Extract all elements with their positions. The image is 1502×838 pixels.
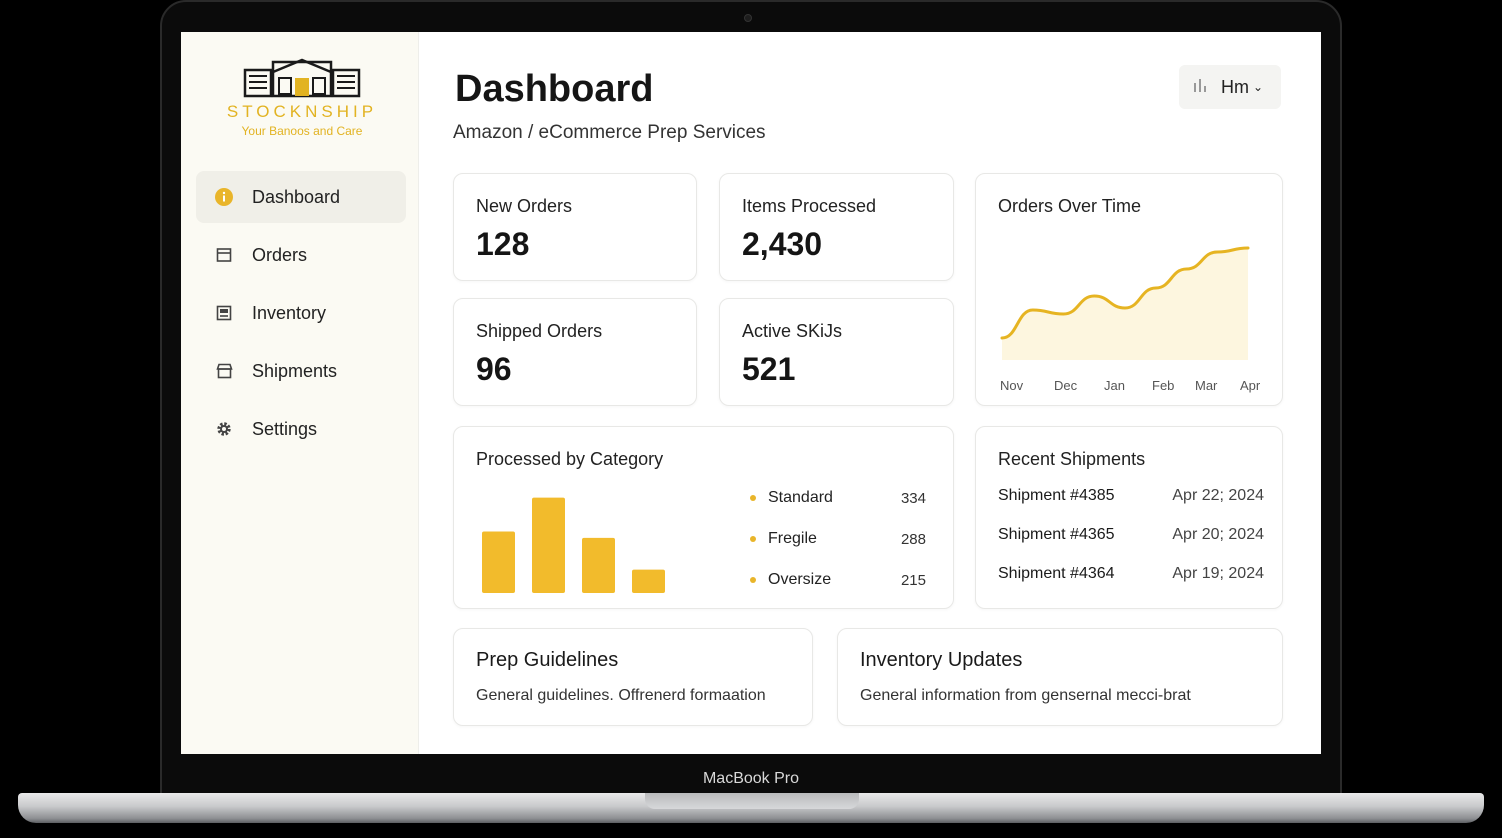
stat-label: Shipped Orders — [476, 321, 603, 341]
x-tick-label: Jan — [1104, 378, 1125, 393]
shipment-id: Shipment #4365 — [998, 526, 1115, 543]
inventory-icon — [214, 303, 234, 323]
card-title: Inventory Updates — [860, 649, 1023, 671]
device-label: MacBook Pro — [702, 770, 800, 787]
warehouse-logo-icon — [243, 58, 361, 98]
legend-dot — [750, 536, 756, 542]
stat-value: 521 — [742, 351, 796, 387]
processed-by-category-card: Processed by Category Standard 334 Fregi… — [453, 426, 954, 609]
gear-icon — [214, 419, 234, 439]
legend-label: Oversize — [768, 571, 832, 588]
box-icon — [214, 245, 234, 265]
category-bar — [482, 531, 515, 593]
bar-chart-icon — [1193, 77, 1207, 98]
recent-shipments-card: Recent Shipments Shipment #4385 Apr 22; … — [975, 426, 1283, 609]
orders-line-chart — [1000, 246, 1250, 360]
orders-over-time-card: Orders Over Time — [975, 173, 1283, 406]
card-text: General information from gensernal mecci… — [860, 687, 1191, 704]
line-area — [1002, 248, 1248, 360]
sidebar-item-shipments[interactable]: Shipments — [196, 345, 406, 397]
sidebar-item-inventory[interactable]: Inventory — [196, 287, 406, 339]
category-bar-chart — [482, 497, 665, 593]
info-circle-icon — [214, 187, 234, 207]
stat-value: 2,430 — [742, 226, 823, 262]
laptop-notch — [645, 793, 859, 809]
x-tick-label: Feb — [1152, 378, 1175, 393]
shipment-date: Apr 22; 2024 — [1172, 487, 1264, 504]
sidebar-item-label: Orders — [252, 244, 308, 265]
sidebar-item-dashboard[interactable]: Dashboard — [196, 171, 406, 223]
legend-item-oversize: Oversize 215 — [750, 571, 926, 589]
legend-dot — [750, 577, 756, 583]
stat-card-active-skus[interactable]: Active SKiJs 521 — [719, 298, 954, 406]
shipment-date: Apr 19; 2024 — [1172, 565, 1264, 582]
prep-guidelines-card[interactable]: Prep Guidelines General guidelines. Offr… — [453, 628, 813, 726]
page-title: Dashboard — [455, 68, 654, 110]
stat-card-shipped-orders[interactable]: Shipped Orders 96 — [453, 298, 697, 406]
sidebar-item-label: Dashboard — [252, 186, 341, 207]
legend-label: Standard — [768, 489, 833, 506]
sidebar-item-label: Inventory — [252, 302, 327, 323]
stat-label: Active SKiJs — [742, 321, 843, 341]
brand-name: STOCKNSHIP — [226, 102, 378, 121]
legend-value: 334 — [900, 489, 926, 507]
user-menu-button[interactable]: Hm ⌄ — [1179, 65, 1281, 109]
page-subtitle: Amazon / eCommerce Prep Services — [453, 122, 766, 143]
shipment-row[interactable]: Shipment #4364 Apr 19; 2024 — [998, 565, 1264, 583]
sidebar-nav: Dashboard Orders Inventory Shipments Set… — [196, 171, 406, 461]
x-tick-label: Nov — [1000, 378, 1024, 393]
legend-item-standard: Standard 334 — [750, 489, 926, 507]
sidebar-item-settings[interactable]: Settings — [196, 403, 406, 455]
inventory-updates-card[interactable]: Inventory Updates General information fr… — [837, 628, 1283, 726]
shipment-date: Apr 20; 2024 — [1172, 526, 1264, 543]
x-tick-label: Dec — [1054, 378, 1078, 393]
chart-title: Orders Over Time — [998, 196, 1142, 216]
x-tick-label: Mar — [1195, 378, 1218, 393]
stat-value: 128 — [476, 226, 530, 262]
stat-card-new-orders[interactable]: New Orders 128 — [453, 173, 697, 281]
legend-item-fragile: Fregile 288 — [750, 530, 926, 548]
camera-icon — [744, 14, 752, 22]
sidebar: STOCKNSHIP Your Banoos and Care Dashboar… — [181, 32, 419, 754]
legend-value: 215 — [900, 571, 926, 589]
chevron-down-icon: ⌄ — [1253, 80, 1264, 94]
sidebar-item-label: Shipments — [252, 360, 338, 381]
sidebar-item-label: Settings — [252, 418, 318, 439]
card-title: Recent Shipments — [998, 449, 1146, 469]
shipment-row[interactable]: Shipment #4385 Apr 22; 2024 — [998, 487, 1264, 505]
category-bar — [532, 497, 565, 593]
stat-label: New Orders — [476, 196, 573, 216]
shipment-row[interactable]: Shipment #4365 Apr 20; 2024 — [998, 526, 1264, 544]
x-tick-label: Apr — [1240, 378, 1261, 393]
stat-card-items-processed[interactable]: Items Processed 2,430 — [719, 173, 954, 281]
card-title: Prep Guidelines — [476, 649, 619, 671]
stat-label: Items Processed — [742, 196, 877, 216]
category-bar — [632, 569, 665, 593]
chart-title: Processed by Category — [476, 449, 664, 469]
sidebar-item-orders[interactable]: Orders — [196, 229, 406, 281]
user-initials: Hm — [1221, 76, 1249, 97]
category-bar — [582, 537, 615, 593]
legend-label: Fregile — [768, 530, 817, 547]
brand-tagline: Your Banoos and Care — [241, 124, 363, 138]
store-icon — [214, 361, 234, 381]
stat-value: 96 — [476, 351, 512, 387]
brand-logo[interactable]: STOCKNSHIP Your Banoos and Care — [217, 58, 387, 150]
screen: STOCKNSHIP Your Banoos and Care Dashboar… — [181, 32, 1321, 754]
shipment-id: Shipment #4385 — [998, 487, 1115, 504]
legend-value: 288 — [900, 530, 926, 548]
shipment-id: Shipment #4364 — [998, 565, 1115, 582]
card-text: General guidelines. Offrenerd formaation — [476, 687, 766, 704]
legend-dot — [750, 495, 756, 501]
